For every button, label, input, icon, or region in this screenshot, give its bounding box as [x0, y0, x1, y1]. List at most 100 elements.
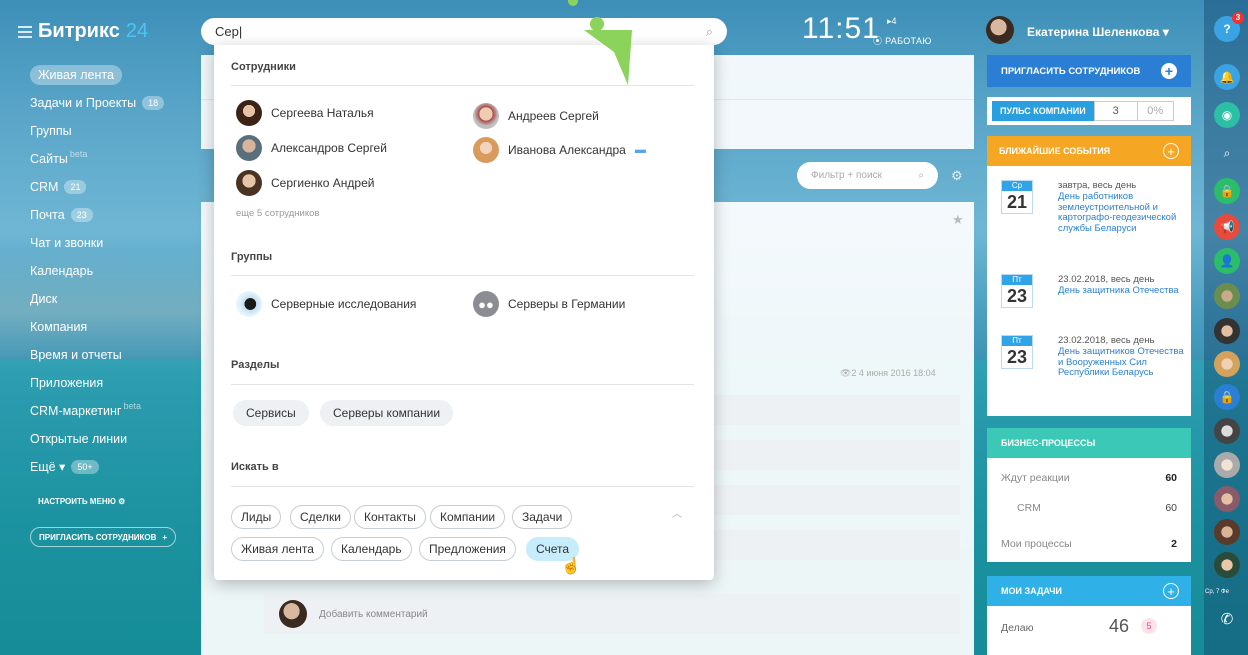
add-event-icon[interactable]: +	[1163, 143, 1179, 159]
more-employees-link[interactable]: еще 5 сотрудников	[236, 208, 319, 219]
invite-label: ПРИГЛАСИТЬ СОТРУДНИКОВ	[39, 532, 157, 542]
bp-label: Мои процессы	[1001, 538, 1072, 550]
calendar-icon: Ср 21	[1001, 180, 1033, 214]
help-icon[interactable]: ? 3	[1214, 12, 1244, 42]
search-in-chip[interactable]: Календарь	[331, 537, 412, 561]
clock[interactable]: 11:51	[802, 12, 880, 46]
add-task-icon[interactable]: +	[1163, 583, 1179, 599]
group-result[interactable]: ●● Серверы в Германии	[473, 291, 625, 317]
employee-result[interactable]: Сергеева Наталья	[236, 100, 374, 126]
avatar[interactable]	[1214, 519, 1240, 545]
sidebar-item[interactable]: CRM 21	[30, 173, 200, 201]
search-in-chip[interactable]: Живая лента	[231, 537, 324, 561]
sidebar-item[interactable]: Ещё ▾ 50+	[30, 453, 200, 481]
phone-icon[interactable]: ✆	[1214, 606, 1240, 632]
messages-icon[interactable]: ◉	[1214, 102, 1240, 128]
bp-value: 2	[1171, 538, 1177, 550]
add-comment-label: Добавить комментарий	[319, 608, 428, 620]
avatar[interactable]	[1214, 452, 1240, 478]
search-in-chip[interactable]: Лиды	[231, 505, 282, 529]
employee-result[interactable]: Александров Сергей	[236, 135, 387, 161]
tasks-badge: 5	[1141, 618, 1157, 634]
sidebar-item-label: CRM	[30, 180, 59, 194]
sidebar-item[interactable]: Календарь	[30, 257, 200, 285]
my-tasks[interactable]: Делаю 46 5	[987, 606, 1191, 655]
flag-counter[interactable]: ▸4	[887, 16, 897, 27]
sidebar-item[interactable]: Группы	[30, 117, 200, 145]
avatar	[236, 100, 262, 126]
employee-name: Иванова Александра	[508, 143, 626, 157]
avatar[interactable]	[1214, 552, 1240, 578]
sidebar-item[interactable]: Компания	[30, 313, 200, 341]
sidebar-item[interactable]: CRM-маркетинг beta	[30, 397, 200, 425]
user-name[interactable]: Екатерина Шеленкова ▾	[1027, 25, 1169, 39]
search-icon[interactable]: ⌕	[706, 24, 713, 40]
section-title-sections: Разделы	[231, 359, 280, 371]
search-in-chip[interactable]: Предложения	[419, 537, 516, 561]
avatar[interactable]	[1214, 418, 1240, 444]
search-icon[interactable]: ⌕	[1214, 140, 1240, 166]
sidebar-item[interactable]: Диск	[30, 285, 200, 313]
search-in-chip[interactable]: Сделки	[290, 505, 351, 529]
event-title[interactable]: День работников землеустроительной и кар…	[1058, 191, 1188, 234]
logo-number: 24	[125, 20, 149, 42]
chat-icon[interactable]: ▬	[635, 144, 646, 156]
section-chip[interactable]: Сервисы	[233, 400, 309, 426]
employee-result[interactable]: Андреев Сергей	[473, 103, 599, 129]
avatar[interactable]	[1214, 351, 1240, 377]
sidebar-item[interactable]: Время и отчеты	[30, 341, 200, 369]
bp-value: 60	[1165, 502, 1177, 514]
logo[interactable]: Битрикс 24	[18, 20, 148, 43]
avatar[interactable]	[986, 16, 1014, 44]
group-result[interactable]: Серверные исследования	[236, 291, 416, 317]
search-bar[interactable]: ⌕	[201, 18, 727, 45]
configure-menu-button[interactable]: НАСТРОИТЬ МЕНЮ ⚙	[38, 497, 125, 506]
search-in-chip[interactable]: Контакты	[354, 505, 426, 529]
avatar	[279, 600, 307, 628]
bp-row[interactable]: Мои процессы 2	[1001, 538, 1177, 550]
sidebar-item[interactable]: Живая лента	[30, 61, 200, 89]
group-name: Серверы в Германии	[508, 297, 626, 311]
sidebar-item[interactable]: Чат и звонки	[30, 229, 200, 257]
bp-row[interactable]: Ждут реакции 60	[1001, 472, 1177, 484]
avatar[interactable]	[1214, 283, 1240, 309]
employee-result[interactable]: Сергиенко Андрей	[236, 170, 374, 196]
event-title[interactable]: День защитников Отечества и Вооруженных …	[1058, 346, 1188, 379]
bp-row[interactable]: CRM 60	[1001, 502, 1177, 514]
avatar[interactable]	[1214, 318, 1240, 344]
event-title[interactable]: День защитника Отечества	[1058, 285, 1188, 297]
feed-filter-input[interactable]: Фильтр + поиск ⌕	[797, 162, 938, 189]
search-in-chip[interactable]: Задачи	[512, 505, 573, 529]
company-pulse[interactable]: ПУЛЬС КОМПАНИИ 3 0%	[987, 97, 1191, 125]
event-day: 23	[1006, 286, 1028, 306]
invite-employees-button[interactable]: ПРИГЛАСИТЬ СОТРУДНИКОВ +	[987, 55, 1191, 87]
section-title-search-in: Искать в	[231, 461, 279, 473]
counter-badge: 23	[70, 208, 93, 222]
annotation-dot	[590, 17, 604, 31]
chevron-up-icon[interactable]: ︿	[672, 505, 682, 520]
gear-icon[interactable]: ⚙	[951, 168, 963, 184]
sidebar-item[interactable]: Открытые линии	[30, 425, 200, 453]
avatar[interactable]	[1214, 486, 1240, 512]
sidebar-item[interactable]: Приложения	[30, 369, 200, 397]
menu-icon[interactable]	[18, 25, 32, 38]
invite-employees-button[interactable]: ПРИГЛАСИТЬ СОТРУДНИКОВ +	[30, 527, 177, 547]
star-icon[interactable]: ★	[952, 212, 964, 228]
user-icon[interactable]: 👤	[1214, 248, 1240, 274]
megaphone-icon[interactable]: 📢	[1214, 214, 1240, 240]
employee-result[interactable]: Иванова Александра ▬	[473, 137, 646, 163]
pulse-percent: 0%	[1137, 101, 1174, 121]
lock-icon[interactable]: 🔒	[1214, 178, 1240, 204]
sidebar-item[interactable]: Почта 23	[30, 201, 200, 229]
divider	[231, 384, 694, 385]
search-in-chip[interactable]: Компании	[430, 505, 506, 529]
lock-icon[interactable]: 🔒	[1214, 384, 1240, 410]
add-comment-row[interactable]: Добавить комментарий	[264, 594, 960, 634]
plus-icon: +	[1161, 63, 1177, 79]
sidebar-item[interactable]: Задачи и Проекты 18	[30, 89, 200, 117]
work-status[interactable]: ⦿ РАБОТАЮ	[873, 34, 932, 47]
sidebar-item-label: Компания	[30, 320, 88, 334]
section-chip[interactable]: Серверы компании	[320, 400, 454, 426]
notifications-icon[interactable]: 🔔	[1214, 64, 1240, 90]
sidebar-item[interactable]: Сайты beta	[30, 145, 200, 173]
